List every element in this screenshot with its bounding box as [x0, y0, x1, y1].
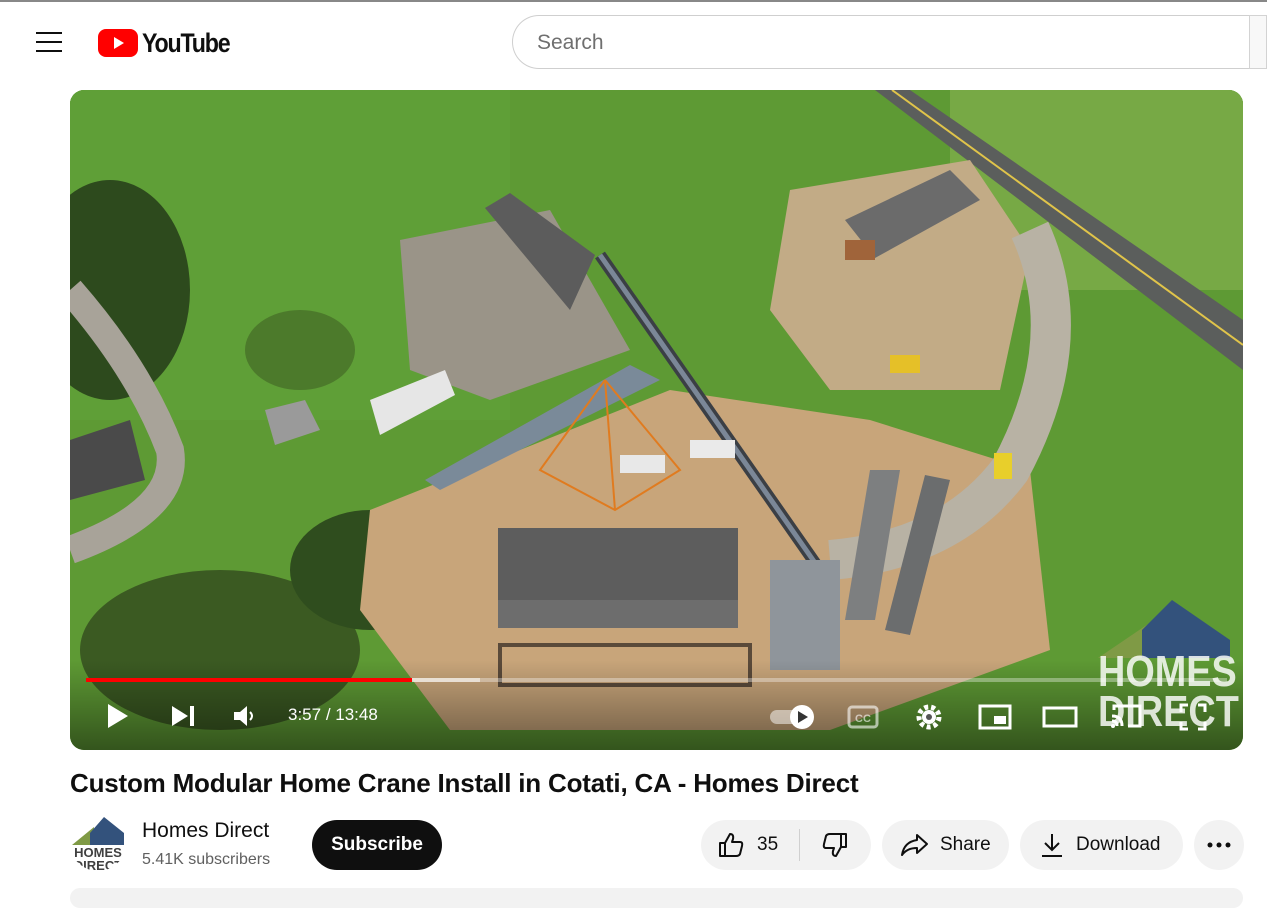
- settings-icon[interactable]: [914, 702, 944, 732]
- dislike-icon: [822, 833, 847, 857]
- channel-avatar-icon: HOMES DIRECT: [72, 817, 124, 871]
- window-top-border: [0, 0, 1267, 2]
- more-icon: [1207, 842, 1231, 848]
- time-display: 3:57 / 13:48: [288, 705, 378, 725]
- logo-text: YouTube: [142, 27, 231, 58]
- subscribe-button[interactable]: Subscribe: [312, 820, 442, 870]
- miniplayer-icon[interactable]: [978, 704, 1012, 730]
- time-separator: /: [321, 705, 336, 724]
- progress-bar[interactable]: [86, 678, 1227, 682]
- download-label: Download: [1076, 834, 1161, 855]
- cast-icon[interactable]: [1110, 702, 1144, 730]
- description-card[interactable]: [70, 888, 1243, 908]
- share-icon: [901, 834, 928, 856]
- search-box[interactable]: [512, 15, 1249, 69]
- progress-played: [86, 678, 413, 682]
- svg-text:DIRECT: DIRECT: [74, 858, 122, 871]
- search-button[interactable]: [1249, 15, 1267, 69]
- channel-name[interactable]: Homes Direct: [142, 819, 269, 843]
- video-title: Custom Modular Home Crane Install in Cot…: [70, 768, 859, 798]
- autoplay-toggle-icon[interactable]: [768, 704, 818, 730]
- like-icon: [719, 833, 744, 857]
- youtube-logo-icon: [98, 29, 138, 57]
- fullscreen-icon[interactable]: [1178, 702, 1208, 732]
- like-count: 35: [757, 834, 779, 855]
- download-icon: [1042, 834, 1062, 857]
- share-button[interactable]: Share: [882, 820, 1009, 870]
- svg-text:CC: CC: [855, 713, 871, 725]
- play-icon[interactable]: [106, 702, 130, 730]
- share-label: Share: [940, 834, 991, 855]
- youtube-logo[interactable]: YouTube: [98, 28, 244, 58]
- search-input[interactable]: [535, 28, 1219, 58]
- video-player[interactable]: HOMES DIRECT 3:57 / 13:48 CC: [70, 90, 1243, 750]
- channel-avatar[interactable]: HOMES DIRECT: [70, 815, 126, 871]
- dislike-button[interactable]: [800, 820, 870, 870]
- video-frame: [70, 90, 1243, 750]
- theater-icon[interactable]: [1042, 704, 1078, 730]
- current-time: 3:57: [288, 705, 322, 724]
- next-icon[interactable]: [170, 704, 196, 728]
- volume-icon[interactable]: [232, 704, 258, 728]
- menu-icon[interactable]: [36, 32, 62, 52]
- duration: 13:48: [335, 705, 378, 724]
- subscriber-count: 5.41K subscribers: [142, 851, 271, 868]
- like-dislike-group: 35: [701, 820, 871, 870]
- captions-icon[interactable]: CC: [847, 704, 879, 730]
- more-actions-button[interactable]: [1194, 820, 1244, 870]
- like-button[interactable]: 35: [701, 820, 799, 870]
- download-button[interactable]: Download: [1020, 820, 1183, 870]
